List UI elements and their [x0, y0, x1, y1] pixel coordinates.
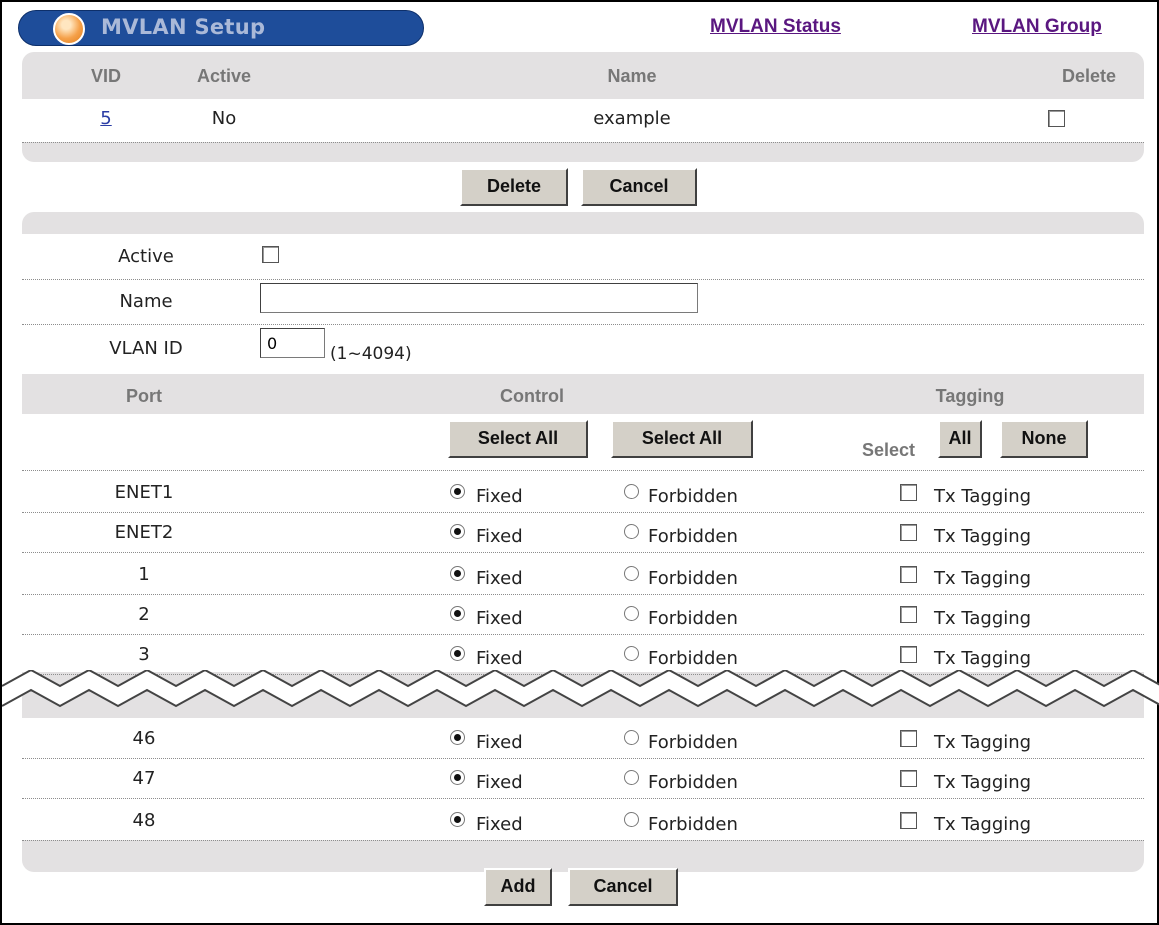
- fixed-label: Fixed: [476, 814, 523, 835]
- name-value: example: [593, 108, 671, 129]
- forbidden-label: Forbidden: [648, 608, 738, 629]
- port-label: 1: [138, 564, 150, 585]
- vid-link[interactable]: 5: [100, 108, 111, 129]
- fixed-radio[interactable]: [450, 484, 465, 499]
- port-label: 2: [138, 604, 150, 625]
- delete-button[interactable]: Delete: [460, 168, 568, 206]
- forbidden-radio[interactable]: [624, 646, 639, 661]
- tx-tagging-checkbox[interactable]: [900, 566, 917, 583]
- forbidden-radio[interactable]: [624, 566, 639, 581]
- fixed-radio[interactable]: [450, 524, 465, 539]
- col-active-header: Active: [196, 66, 252, 86]
- tx-tagging-label: Tx Tagging: [934, 648, 1032, 669]
- forbidden-label: Forbidden: [648, 486, 738, 507]
- forbidden-radio[interactable]: [624, 524, 639, 539]
- vlan-id-label: VLAN ID: [109, 338, 183, 359]
- vlan-id-range: (1~4094): [330, 344, 412, 364]
- fixed-label: Fixed: [476, 648, 523, 669]
- tx-tagging-label: Tx Tagging: [934, 486, 1032, 507]
- vlan-id-input[interactable]: [260, 328, 325, 358]
- forbidden-label: Forbidden: [648, 648, 738, 669]
- control-select-all-forbidden-button[interactable]: Select All: [611, 420, 753, 458]
- tx-tagging-checkbox[interactable]: [900, 484, 917, 501]
- forbidden-radio[interactable]: [624, 606, 639, 621]
- table-break-zigzag: [2, 670, 1159, 708]
- forbidden-radio[interactable]: [624, 484, 639, 499]
- active-checkbox[interactable]: [262, 246, 279, 263]
- orb-icon: [53, 13, 85, 45]
- fixed-label: Fixed: [476, 568, 523, 589]
- bottom-cancel-button[interactable]: Cancel: [568, 868, 678, 906]
- control-select-all-fixed-button[interactable]: Select All: [448, 420, 588, 458]
- tx-tagging-label: Tx Tagging: [934, 814, 1032, 835]
- tx-tagging-checkbox[interactable]: [900, 812, 917, 829]
- forbidden-label: Forbidden: [648, 772, 738, 793]
- tx-tagging-label: Tx Tagging: [934, 732, 1032, 753]
- fixed-label: Fixed: [476, 732, 523, 753]
- col-name-header: Name: [607, 66, 657, 86]
- port-label: ENET2: [114, 522, 174, 543]
- port-label: 3: [138, 644, 150, 665]
- port-label: 47: [132, 768, 156, 789]
- cancel-button[interactable]: Cancel: [581, 168, 697, 206]
- tx-tagging-label: Tx Tagging: [934, 772, 1032, 793]
- tx-tagging-checkbox[interactable]: [900, 730, 917, 747]
- tagging-select-label: Select: [862, 440, 916, 460]
- tagging-all-button[interactable]: All: [938, 420, 982, 458]
- fixed-label: Fixed: [476, 608, 523, 629]
- add-button[interactable]: Add: [484, 868, 552, 906]
- forbidden-radio[interactable]: [624, 770, 639, 785]
- forbidden-label: Forbidden: [648, 526, 738, 547]
- fixed-radio[interactable]: [450, 606, 465, 621]
- active-label: Active: [118, 246, 174, 267]
- tx-tagging-label: Tx Tagging: [934, 608, 1032, 629]
- fixed-label: Fixed: [476, 526, 523, 547]
- tagging-none-button[interactable]: None: [1000, 420, 1088, 458]
- name-label: Name: [119, 291, 173, 312]
- tx-tagging-checkbox[interactable]: [900, 770, 917, 787]
- forbidden-radio[interactable]: [624, 812, 639, 827]
- forbidden-label: Forbidden: [648, 814, 738, 835]
- fixed-radio[interactable]: [450, 770, 465, 785]
- mvlan-status-link[interactable]: MVLAN Status: [710, 16, 841, 38]
- mvlan-setup-page: MVLAN Setup MVLAN Status MVLAN Group VID…: [0, 0, 1159, 925]
- col-delete-header: Delete: [1061, 66, 1117, 86]
- page-title: MVLAN Setup: [101, 15, 266, 39]
- tx-tagging-label: Tx Tagging: [934, 568, 1032, 589]
- tx-tagging-label: Tx Tagging: [934, 526, 1032, 547]
- forbidden-label: Forbidden: [648, 732, 738, 753]
- fixed-radio[interactable]: [450, 566, 465, 581]
- fixed-label: Fixed: [476, 772, 523, 793]
- mvlan-group-link[interactable]: MVLAN Group: [972, 16, 1102, 38]
- tx-tagging-checkbox[interactable]: [900, 524, 917, 541]
- forbidden-label: Forbidden: [648, 568, 738, 589]
- active-value: No: [211, 108, 237, 129]
- name-input[interactable]: [260, 283, 698, 313]
- forbidden-radio[interactable]: [624, 730, 639, 745]
- fixed-radio[interactable]: [450, 730, 465, 745]
- col-tagging-header: Tagging: [935, 386, 1005, 406]
- col-port-header: Port: [126, 386, 162, 406]
- port-label: 46: [132, 728, 156, 749]
- port-label: ENET1: [114, 482, 174, 503]
- col-control-header: Control: [500, 386, 564, 406]
- fixed-radio[interactable]: [450, 812, 465, 827]
- col-vid-header: VID: [90, 66, 122, 86]
- tx-tagging-checkbox[interactable]: [900, 646, 917, 663]
- title-banner: MVLAN Setup: [18, 10, 424, 46]
- tx-tagging-checkbox[interactable]: [900, 606, 917, 623]
- fixed-radio[interactable]: [450, 646, 465, 661]
- port-label: 48: [132, 810, 156, 831]
- delete-checkbox[interactable]: [1048, 110, 1065, 127]
- fixed-label: Fixed: [476, 486, 523, 507]
